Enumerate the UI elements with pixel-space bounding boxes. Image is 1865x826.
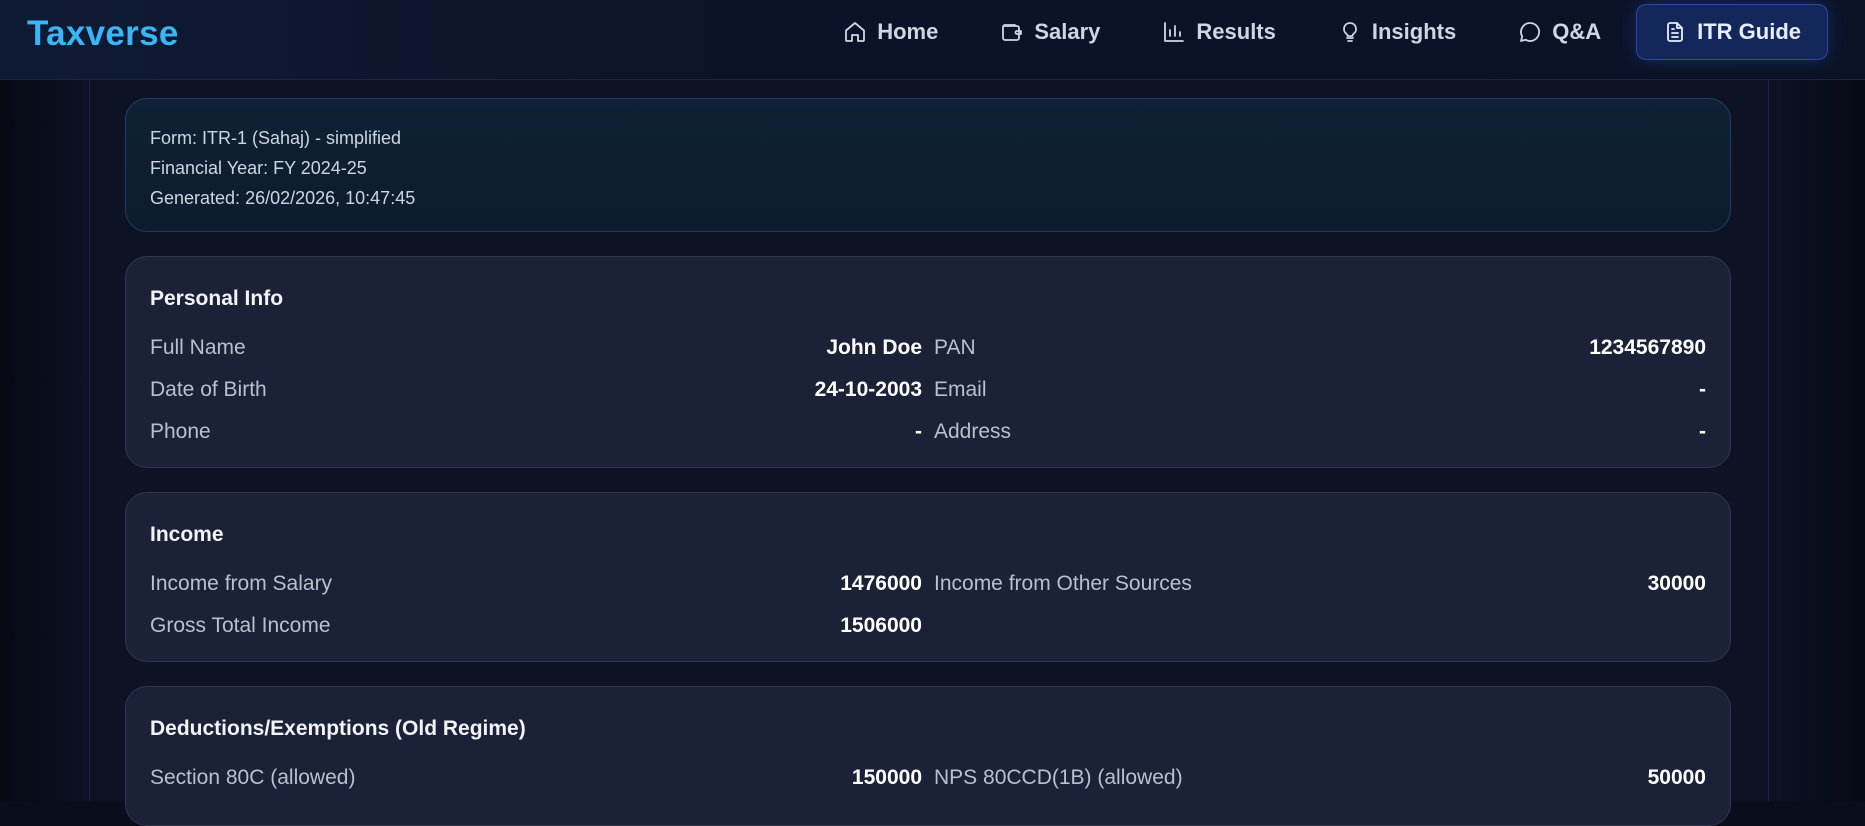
field-value: - [1699,420,1706,444]
lightbulb-icon [1338,20,1362,44]
field-value: 150000 [852,766,922,790]
income-card: Income Income from Salary 1476000 Income… [125,492,1731,662]
brand-logo[interactable]: Taxverse [27,14,179,54]
bar-chart-icon [1162,20,1186,44]
field-label: Phone [150,420,211,444]
field-income-other: Income from Other Sources 30000 [934,563,1706,605]
deductions-title: Deductions/Exemptions (Old Regime) [150,713,1706,745]
nav-qa[interactable]: Q&A [1491,4,1628,60]
field-value: 1506000 [840,614,922,638]
field-value: - [915,420,922,444]
field-nps-80ccd: NPS 80CCD(1B) (allowed) 50000 [934,757,1706,799]
personal-info-title: Personal Info [150,283,1706,315]
chat-bubble-icon [1518,20,1542,44]
field-value: 50000 [1648,766,1706,790]
field-label: Date of Birth [150,378,267,402]
form-meta-card: Form: ITR-1 (Sahaj) - simplified Financi… [125,98,1731,232]
nav-results[interactable]: Results [1135,4,1302,60]
field-label: Email [934,378,987,402]
field-email: Email - [934,369,1706,411]
income-title: Income [150,519,1706,551]
field-pan: PAN 1234567890 [934,327,1706,369]
document-icon [1663,20,1687,44]
nav-salary-label: Salary [1034,19,1100,45]
field-dob: Date of Birth 24-10-2003 [150,369,922,411]
main-content: Form: ITR-1 (Sahaj) - simplified Financi… [89,80,1769,801]
field-80c: Section 80C (allowed) 150000 [150,757,922,799]
deductions-card: Deductions/Exemptions (Old Regime) Secti… [125,686,1731,826]
field-value: 30000 [1648,572,1706,596]
generated-timestamp: Generated: 26/02/2026, 10:47:45 [150,183,1706,213]
nav-salary[interactable]: Salary [973,4,1127,60]
field-label: NPS 80CCD(1B) (allowed) [934,766,1183,790]
field-value: 24-10-2003 [815,378,922,402]
field-phone: Phone - [150,411,922,453]
field-label: Full Name [150,336,246,360]
field-income-salary: Income from Salary 1476000 [150,563,922,605]
field-gross-total: Gross Total Income 1506000 [150,605,922,647]
field-label: PAN [934,336,976,360]
nav-qa-label: Q&A [1552,19,1601,45]
nav-home[interactable]: Home [816,4,965,60]
wallet-icon [1000,20,1024,44]
nav-itr-guide-label: ITR Guide [1697,19,1801,45]
field-address: Address - [934,411,1706,453]
main-nav: Home Salary Results Insights Q&A ITR Gui… [816,4,1828,60]
deductions-grid: Section 80C (allowed) 150000 NPS 80CCD(1… [150,757,1706,799]
nav-insights[interactable]: Insights [1311,4,1483,60]
field-label: Gross Total Income [150,614,331,638]
field-label: Income from Other Sources [934,572,1192,596]
field-value: 1234567890 [1589,336,1706,360]
top-navbar: Taxverse Home Salary Results Insights Q&… [0,0,1865,80]
nav-home-label: Home [877,19,938,45]
income-grid: Income from Salary 1476000 Income from O… [150,563,1706,647]
personal-info-grid: Full Name John Doe PAN 1234567890 Date o… [150,327,1706,453]
field-value: - [1699,378,1706,402]
financial-year: Financial Year: FY 2024-25 [150,153,1706,183]
form-name: Form: ITR-1 (Sahaj) - simplified [150,123,1706,153]
nav-insights-label: Insights [1372,19,1456,45]
field-label: Section 80C (allowed) [150,766,355,790]
personal-info-card: Personal Info Full Name John Doe PAN 123… [125,256,1731,468]
home-icon [843,20,867,44]
nav-results-label: Results [1196,19,1275,45]
field-label: Address [934,420,1011,444]
field-value: 1476000 [840,572,922,596]
field-value: John Doe [826,336,922,360]
field-label: Income from Salary [150,572,332,596]
field-full-name: Full Name John Doe [150,327,922,369]
nav-itr-guide[interactable]: ITR Guide [1636,4,1828,60]
